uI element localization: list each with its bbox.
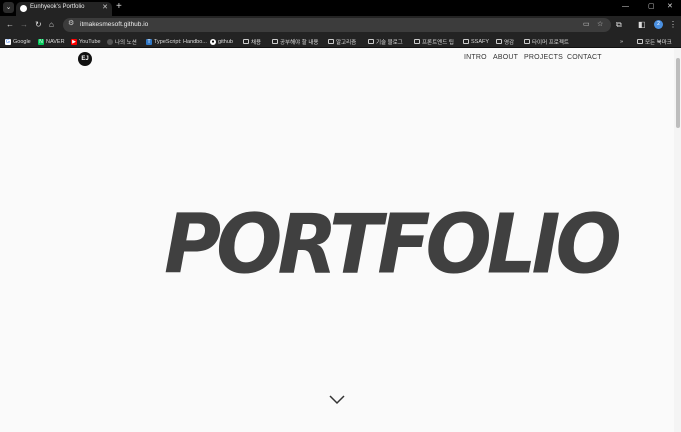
bookmark-typescript[interactable]: T TypeScript: Handbo...: [146, 37, 207, 46]
tab-favicon-icon: [20, 5, 27, 12]
browser-toolbar: ← → ↻ ⌂ ⚙ itmakesmesoft.github.io ▭ ☆ ⧉ …: [0, 16, 681, 34]
nav-contact[interactable]: CONTACT: [567, 54, 602, 61]
bookmark-folder[interactable]: 기술 블로그: [368, 37, 403, 46]
folder-icon: [637, 39, 643, 44]
bookmark-folder[interactable]: 프론트엔드 팁: [414, 37, 454, 46]
address-bar[interactable]: ⚙ itmakesmesoft.github.io ▭ ☆: [63, 18, 611, 32]
site-logo[interactable]: EJ: [78, 52, 92, 66]
nav-intro[interactable]: INTRO: [464, 54, 487, 61]
url-text[interactable]: itmakesmesoft.github.io: [80, 21, 148, 28]
new-tab-button[interactable]: +: [116, 1, 122, 13]
folder-icon: [496, 39, 502, 44]
bookmark-naver[interactable]: N NAVER: [38, 37, 65, 46]
reload-icon[interactable]: ↻: [35, 19, 42, 31]
bookmark-google[interactable]: G Google: [5, 37, 31, 46]
page-viewport: EJ INTRO ABOUT PROJECTS CONTACT PORTFOLI…: [0, 48, 681, 432]
bookmark-youtube[interactable]: ▶ YouTube: [71, 37, 101, 46]
folder-icon: [243, 39, 249, 44]
bookmark-folder[interactable]: 공부해야 할 내용: [272, 37, 318, 46]
bookmark-folder[interactable]: 알고리즘: [328, 37, 356, 46]
bookmark-folder[interactable]: 타이머 프로젝트: [524, 37, 569, 46]
active-tab[interactable]: Eunhyeok's Portfolio ✕: [16, 2, 112, 16]
notion-icon: [107, 38, 113, 45]
naver-icon: N: [38, 38, 44, 45]
side-panel-icon[interactable]: ◧: [638, 20, 646, 30]
tab-search-button[interactable]: ⌄: [3, 2, 14, 13]
hero-title: PORTFOLIO: [164, 197, 622, 293]
bookmark-star-icon[interactable]: ☆: [597, 20, 603, 28]
bookmarks-overflow-icon[interactable]: »: [620, 37, 623, 46]
nav-about[interactable]: ABOUT: [493, 54, 518, 61]
folder-icon: [524, 39, 530, 44]
bookmarks-bar: G Google N NAVER ▶ YouTube 나의 노션 T TypeScrip…: [0, 34, 681, 48]
extensions-icon[interactable]: ⧉: [616, 20, 622, 30]
back-icon[interactable]: ←: [6, 19, 14, 31]
forward-icon[interactable]: →: [20, 19, 28, 31]
youtube-icon: ▶: [71, 38, 77, 45]
bookmark-folder[interactable]: SSAFY: [463, 37, 489, 46]
folder-icon: [328, 39, 334, 44]
menu-icon[interactable]: ⋮: [669, 20, 677, 30]
folder-icon: [272, 39, 278, 44]
nav-projects[interactable]: PROJECTS: [524, 54, 563, 61]
minimize-button[interactable]: —: [622, 1, 629, 13]
home-icon[interactable]: ⌂: [49, 19, 54, 31]
bookmark-folder[interactable]: 채용: [243, 37, 261, 46]
bookmark-folder[interactable]: 영감: [496, 37, 514, 46]
google-icon: G: [5, 38, 11, 45]
folder-icon: [368, 39, 374, 44]
all-bookmarks[interactable]: 모든 북마크: [637, 37, 672, 46]
folder-icon: [414, 39, 420, 44]
scrollbar-thumb[interactable]: [676, 58, 680, 128]
hero-section: PORTFOLIO: [164, 197, 622, 293]
cast-icon[interactable]: ▭: [583, 20, 590, 28]
github-icon: ●: [210, 38, 216, 45]
tab-title: Eunhyeok's Portfolio: [30, 4, 85, 10]
scroll-down-chevron-icon[interactable]: [329, 395, 345, 405]
maximize-button[interactable]: ▢: [648, 1, 655, 13]
bookmark-github[interactable]: ● github: [210, 37, 233, 46]
folder-icon: [463, 39, 469, 44]
profile-avatar[interactable]: 2: [654, 20, 663, 29]
tab-strip: ⌄ Eunhyeok's Portfolio ✕ + — ▢ ✕: [0, 0, 681, 16]
site-info-icon[interactable]: ⚙: [68, 19, 74, 27]
tab-close-icon[interactable]: ✕: [102, 3, 108, 11]
bookmark-notion[interactable]: 나의 노션: [107, 37, 137, 46]
typescript-icon: T: [146, 38, 152, 45]
close-window-button[interactable]: ✕: [667, 1, 673, 13]
